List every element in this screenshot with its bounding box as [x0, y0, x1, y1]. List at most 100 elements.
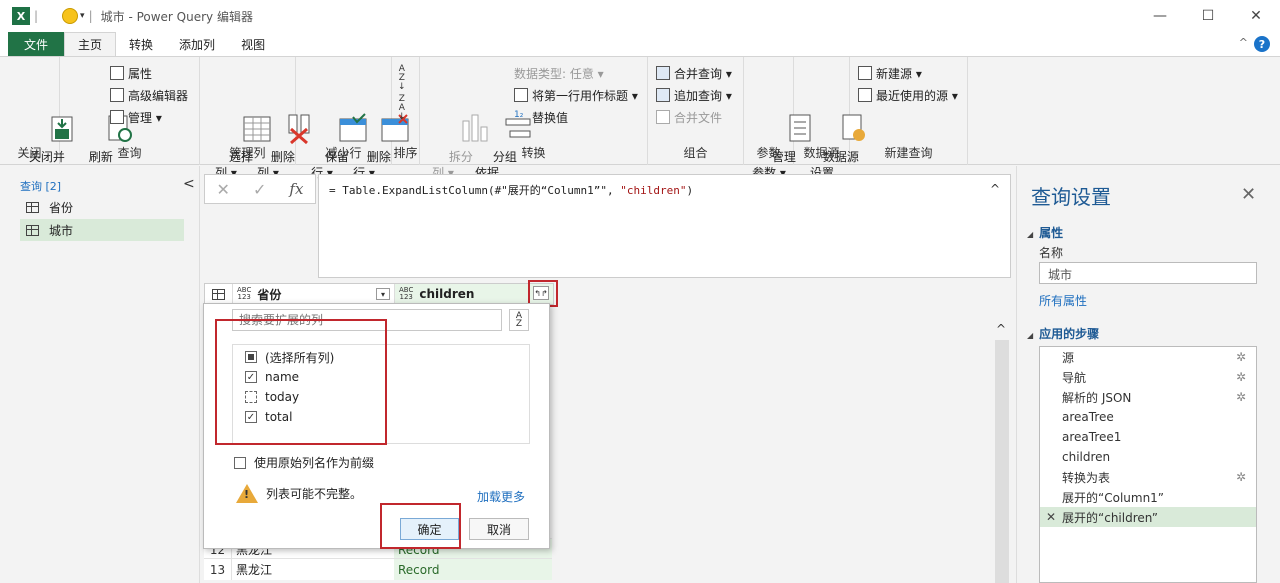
scroll-up-icon[interactable]: ^	[996, 322, 1006, 336]
first-row-label: 将第一行用作标题 ▾	[532, 88, 638, 103]
formula-expand-icon[interactable]: ^	[990, 182, 1000, 196]
merge-queries-button[interactable]: 合并查询 ▾	[656, 63, 732, 83]
query-group: 刷新 预览 ▾ 属性 高级编辑器 管理 ▾ 查询	[60, 57, 200, 180]
tab-home[interactable]: 主页	[64, 32, 117, 56]
minimize-button[interactable]: —	[1136, 0, 1184, 32]
tab-add-column[interactable]: 添加列	[166, 32, 228, 56]
step-item[interactable]: areaTree	[1040, 407, 1256, 427]
properties-label: 属性	[128, 66, 153, 81]
use-prefix-checkbox[interactable]: 使用原始列名作为前缀	[234, 454, 374, 471]
table-row: 13 黑龙江 Record	[204, 558, 552, 580]
cancel-button[interactable]: 取消	[469, 518, 529, 540]
gear-icon[interactable]: ✲	[1236, 470, 1246, 484]
qat-dropdown-icon[interactable]: ▾	[80, 11, 85, 21]
use-prefix-label: 使用原始列名作为前缀	[254, 456, 375, 470]
sort-ascending-icon[interactable]: A Z ↓	[398, 65, 406, 92]
all-properties-link[interactable]: 所有属性	[1039, 292, 1087, 309]
collapse-queries-icon[interactable]: <	[183, 176, 195, 192]
manage-icon	[110, 110, 124, 124]
tab-transform[interactable]: 转换	[116, 32, 166, 56]
formula-input[interactable]: = Table.ExpandListColumn(#"展开的“Column1”"…	[318, 174, 1011, 278]
manage-button[interactable]: 管理 ▾	[110, 107, 162, 127]
parameters-label: 参数	[756, 146, 781, 160]
menu-tabs: 文件 主页 转换 添加列 视图	[0, 32, 1280, 56]
delete-step-icon[interactable]: ✕	[1046, 510, 1056, 524]
step-item[interactable]: 解析的 JSON ✲	[1040, 387, 1256, 407]
step-item-selected[interactable]: ✕ 展开的“children”	[1040, 507, 1256, 527]
row-province[interactable]: 黑龙江	[232, 561, 394, 578]
use-first-row-headers-button[interactable]: 将第一行用作标题 ▾	[514, 85, 638, 105]
query-item-city[interactable]: 城市	[20, 219, 184, 241]
column-name-children: children	[419, 287, 475, 301]
step-item[interactable]: 展开的“Column1”	[1040, 487, 1256, 507]
table-icon	[26, 224, 39, 236]
collapse-arrow-icon: ◢	[1027, 331, 1034, 340]
advanced-editor-button[interactable]: 高级编辑器	[110, 85, 188, 105]
help-icon[interactable]: ?	[1254, 36, 1270, 52]
merge-queries-label: 合并查询 ▾	[674, 66, 732, 81]
combine-group: 合并查询 ▾ 追加查询 ▾ 合并文件 组合	[648, 57, 744, 165]
gear-icon[interactable]: ✲	[1236, 390, 1246, 404]
gear-icon[interactable]: ✲	[1236, 350, 1246, 364]
step-item[interactable]: children	[1040, 447, 1256, 467]
row-record[interactable]: Record	[394, 559, 552, 580]
cancel-formula-icon[interactable]: ✕	[217, 180, 230, 199]
combine-files-label: 合并文件	[674, 110, 723, 125]
column-header-province[interactable]: ABC 123 省份 ▾	[233, 284, 395, 304]
data-source-group: 数据源 设置 数据源	[794, 57, 865, 180]
highlight-ok-button	[380, 503, 461, 549]
maximize-button[interactable]: ☐	[1184, 0, 1232, 32]
smiley-feedback-icon[interactable]	[62, 8, 79, 24]
step-item[interactable]: 源 ✲	[1040, 347, 1256, 367]
sort-columns-button[interactable]: A Z	[509, 309, 529, 331]
new-query-label: 新建查询	[884, 146, 933, 160]
fx-icon[interactable]: fx	[289, 180, 303, 198]
query-name-input[interactable]: 城市	[1039, 262, 1257, 284]
queries-header[interactable]: 查询 [2]	[20, 178, 61, 194]
gear-icon[interactable]: ✲	[1236, 370, 1246, 384]
query-item-province[interactable]: 省份	[20, 196, 184, 218]
sort-descending-icon[interactable]: Z A ↓	[398, 95, 406, 122]
applied-steps-list: 源 ✲ 导航 ✲ 解析的 JSON ✲ areaTree areaTree1 chil…	[1039, 346, 1257, 583]
data-source-settings-icon	[806, 97, 865, 141]
title-bar: X | ▾ | 城市 - Power Query 编辑器 — ☐ ✕	[0, 0, 1280, 32]
append-queries-button[interactable]: 追加查询 ▾	[656, 85, 732, 105]
query-group-label: 查询	[117, 146, 142, 160]
tab-view[interactable]: 视图	[228, 32, 278, 56]
grid-header: ABC 123 省份 ▾ ABC 123 children	[204, 283, 554, 305]
data-type-dropdown[interactable]: 数据类型: 任意 ▾	[514, 63, 604, 83]
filter-dropdown-icon[interactable]: ▾	[376, 288, 390, 300]
properties-icon	[110, 66, 124, 80]
accept-formula-icon[interactable]: ✓	[253, 180, 266, 199]
replace-values-label: 替换值	[532, 110, 569, 125]
advanced-editor-label: 高级编辑器	[128, 88, 189, 103]
vertical-scrollbar[interactable]	[995, 340, 1009, 583]
append-queries-label: 追加查询 ▾	[674, 88, 732, 103]
properties-button[interactable]: 属性	[110, 63, 152, 83]
close-group-label: 关闭	[17, 146, 42, 160]
replace-values-button[interactable]: 1₂ 替换值	[514, 107, 568, 127]
table-menu-icon[interactable]	[205, 284, 233, 304]
new-source-label: 新建源 ▾	[876, 66, 922, 81]
collapse-ribbon-icon[interactable]: ^	[1239, 36, 1248, 49]
close-window-button[interactable]: ✕	[1232, 0, 1280, 32]
collapse-arrow-icon: ◢	[1027, 230, 1034, 239]
any-type-icon: ABC 123	[237, 286, 252, 301]
tab-file[interactable]: 文件	[8, 32, 65, 56]
step-item[interactable]: 导航 ✲	[1040, 367, 1256, 387]
sort-group: A Z ↓ Z A ↓ 排序	[392, 57, 420, 165]
queries-pane: 查询 [2] < 省份 城市	[0, 166, 200, 583]
properties-section[interactable]: ◢ 属性	[1027, 224, 1063, 241]
step-item[interactable]: 转换为表 ✲	[1040, 467, 1256, 487]
recent-sources-button[interactable]: 最近使用的源 ▾	[858, 85, 958, 105]
close-settings-icon[interactable]: ✕	[1241, 184, 1256, 205]
merge-queries-icon	[656, 66, 670, 80]
applied-steps-section[interactable]: ◢ 应用的步骤	[1027, 325, 1099, 342]
any-type-icon: ABC 123	[399, 286, 414, 301]
combine-files-button[interactable]: 合并文件	[656, 107, 722, 127]
new-source-button[interactable]: 新建源 ▾	[858, 63, 922, 83]
append-queries-icon	[656, 88, 670, 102]
step-item[interactable]: areaTree1	[1040, 427, 1256, 447]
load-more-link[interactable]: 加载更多	[477, 488, 525, 505]
formula-text-prefix: = Table.ExpandListColumn(#"展开的“Column1”"…	[329, 184, 621, 197]
